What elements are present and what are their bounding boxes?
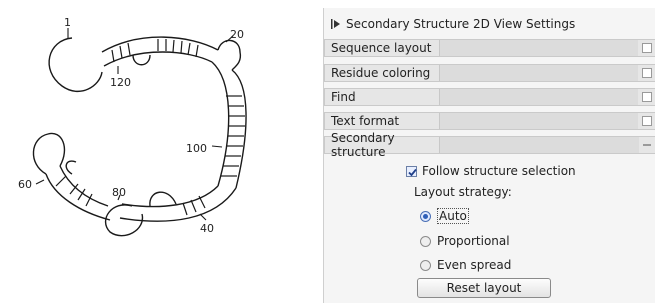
expand-icon[interactable] [642, 116, 652, 126]
backbone-outer-left [45, 173, 111, 221]
checkmark-icon [408, 168, 417, 176]
bulge-120 [132, 54, 151, 66]
expand-icon[interactable] [642, 43, 652, 53]
secondary-structure-diagram[interactable]: 1 20 120 100 60 80 40 [0, 0, 310, 303]
position-label-20: 20 [230, 28, 244, 41]
section-sequence-layout[interactable]: Sequence layout [324, 39, 655, 57]
hairpin-loop-60 [32, 132, 66, 175]
follow-structure-selection-row[interactable]: Follow structure selection [406, 164, 576, 178]
follow-structure-selection-checkbox[interactable] [406, 165, 417, 177]
layout-strategy-label: Layout strategy: [414, 185, 512, 199]
position-label-40: 40 [200, 222, 214, 235]
reset-layout-button[interactable]: Reset layout [417, 278, 551, 298]
backbone-outer-top [101, 36, 219, 53]
backbone-inner-right [211, 61, 230, 187]
section-label: Sequence layout [325, 40, 440, 56]
even-spread-label: Even spread [437, 258, 512, 272]
layout-option-auto[interactable]: Auto [420, 208, 469, 224]
panel-toggle-icon[interactable] [330, 18, 342, 30]
section-secondary-structure[interactable]: Secondary structure [324, 131, 655, 159]
bulge-left [65, 160, 77, 175]
section-bar [440, 113, 638, 129]
section-residue-coloring[interactable]: Residue coloring [324, 64, 655, 82]
panel-header[interactable]: Secondary Structure 2D View Settings [324, 12, 655, 36]
even-spread-radio[interactable] [420, 259, 431, 271]
layout-option-proportional[interactable]: Proportional [420, 234, 510, 248]
position-ticks [35, 28, 234, 221]
auto-label: Auto [437, 208, 469, 224]
position-label-80: 80 [112, 186, 126, 199]
hairpin-loop-20 [217, 39, 242, 71]
section-text-format[interactable]: Text format [324, 112, 655, 130]
follow-structure-selection-label: Follow structure selection [422, 164, 576, 178]
section-bar [440, 40, 638, 56]
proportional-label: Proportional [437, 234, 510, 248]
section-bar [440, 89, 638, 105]
section-bar [440, 137, 639, 153]
layout-option-even-spread[interactable]: Even spread [420, 258, 511, 272]
position-label-120: 120 [110, 76, 131, 89]
section-label: Find [325, 89, 440, 105]
collapse-icon[interactable] [643, 144, 651, 146]
section-label: Text format [325, 113, 440, 129]
bulge-40 [149, 191, 177, 207]
expand-icon[interactable] [642, 68, 652, 78]
backbone-inner-top [103, 51, 213, 67]
position-label-60: 60 [18, 178, 32, 191]
expand-icon[interactable] [642, 92, 652, 102]
section-bar [440, 65, 638, 81]
panel-title: Secondary Structure 2D View Settings [346, 17, 576, 31]
proportional-radio[interactable] [420, 235, 431, 247]
settings-panel: Secondary Structure 2D View Settings Seq… [323, 8, 655, 303]
base-pairs [55, 39, 245, 216]
backbone-outer-right [231, 69, 247, 189]
section-label: Secondary structure [325, 131, 440, 159]
section-find[interactable]: Find [324, 88, 655, 106]
hairpin-loop-start [48, 37, 103, 92]
auto-radio[interactable] [420, 210, 431, 222]
section-label: Residue coloring [325, 65, 440, 81]
position-label-100: 100 [186, 142, 207, 155]
position-label-1: 1 [64, 16, 71, 29]
